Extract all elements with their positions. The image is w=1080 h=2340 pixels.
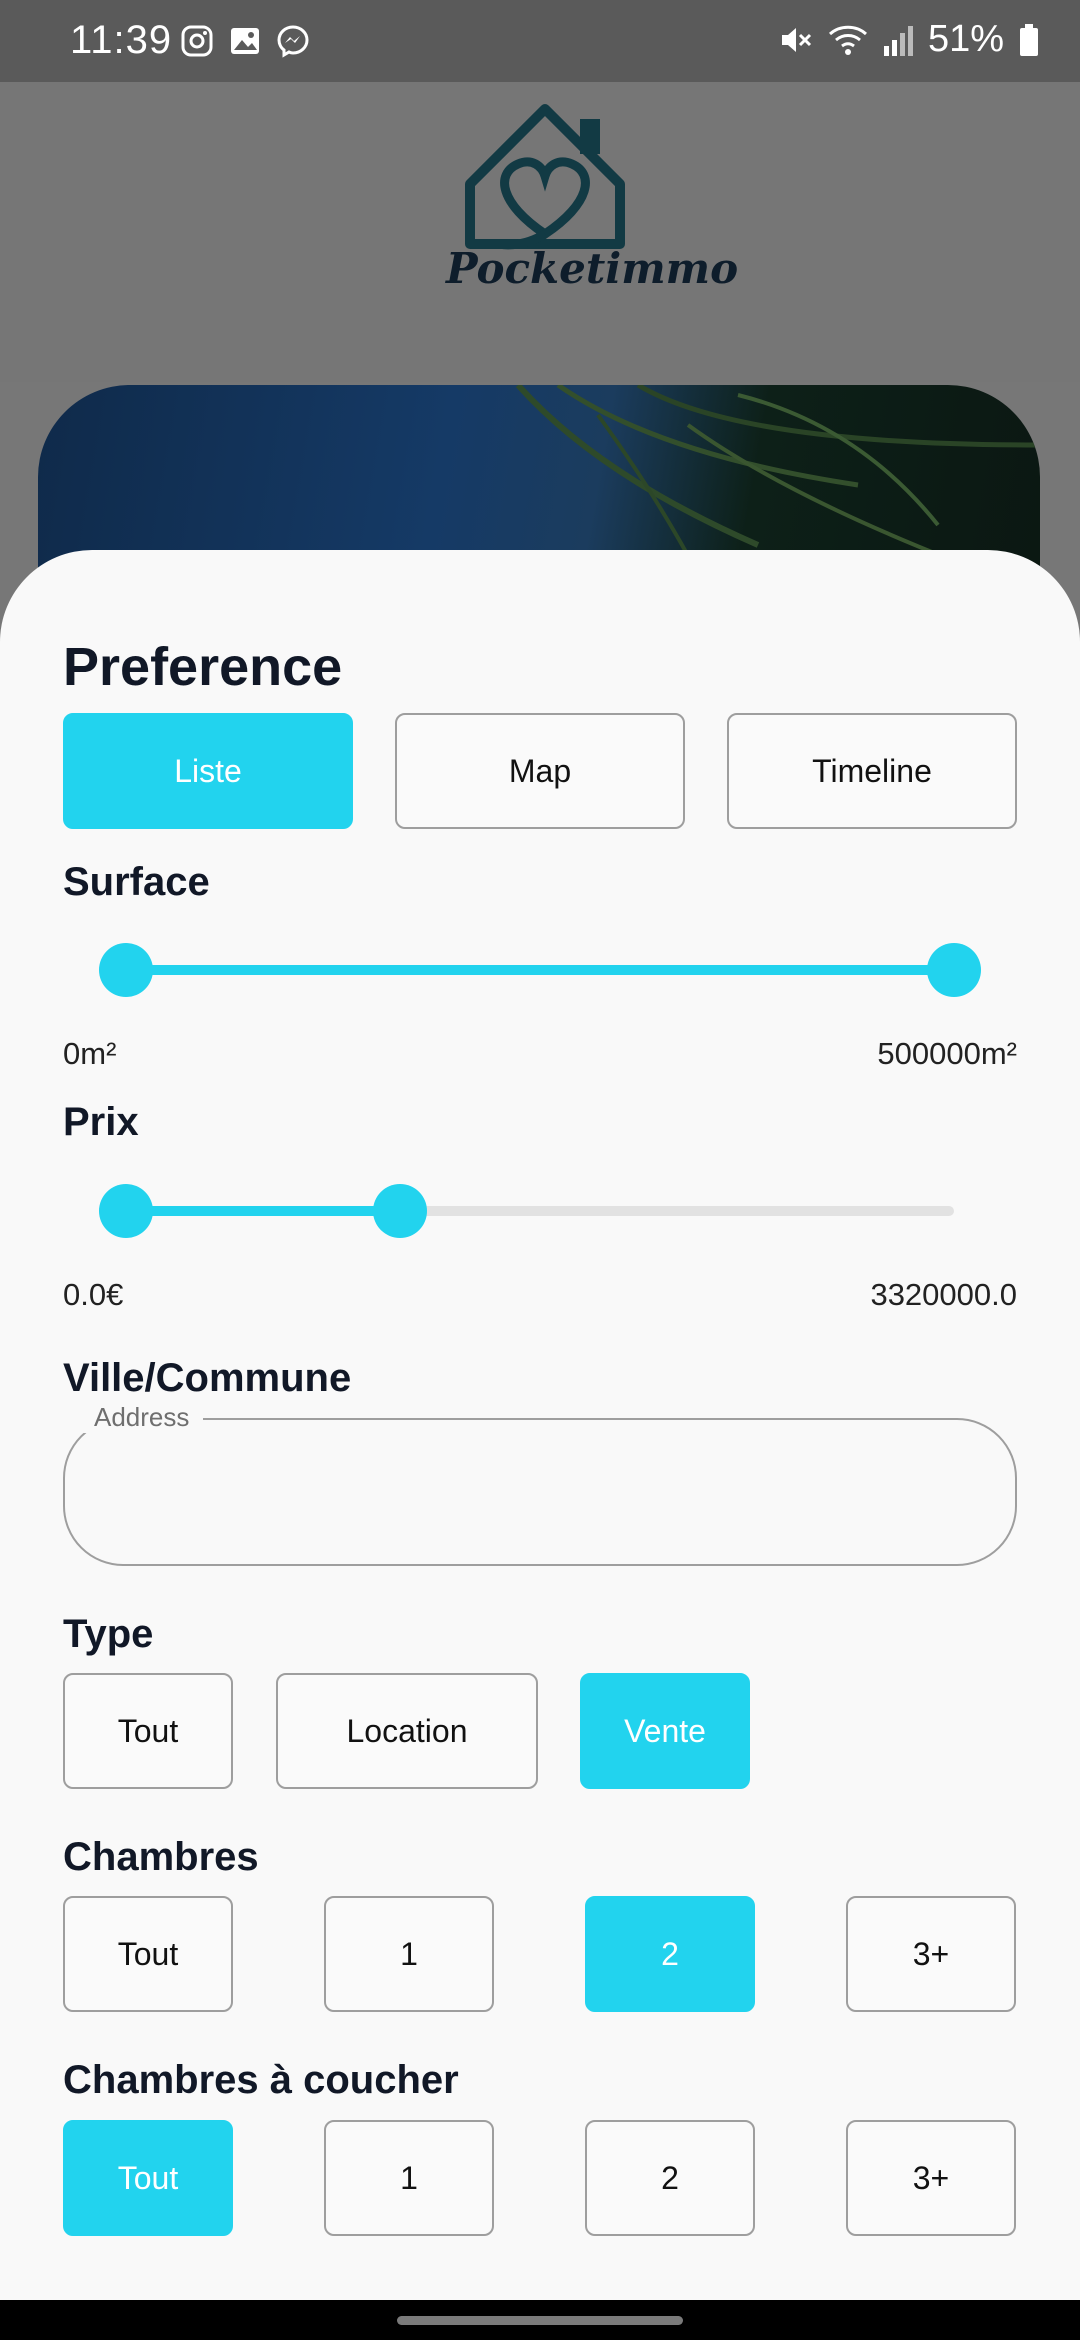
view-map-button[interactable]: Map bbox=[395, 713, 685, 829]
home-handle[interactable] bbox=[397, 2316, 683, 2325]
brand-name: Pocketimmo bbox=[446, 244, 739, 293]
prix-min-thumb[interactable] bbox=[99, 1184, 153, 1238]
signal-icon bbox=[882, 22, 914, 58]
chambres-coucher-heading: Chambres à coucher bbox=[63, 2058, 459, 2102]
gallery-icon bbox=[228, 24, 262, 58]
ville-heading: Ville/Commune bbox=[63, 1356, 352, 1400]
surface-max-label: 500000m² bbox=[877, 1036, 1017, 1071]
type-heading: Type bbox=[63, 1612, 154, 1656]
chambres-2-button[interactable]: 2 bbox=[585, 1896, 755, 2012]
wifi-icon bbox=[828, 22, 868, 58]
coucher-3plus-button[interactable]: 3+ bbox=[846, 2120, 1016, 2236]
mute-icon bbox=[778, 22, 814, 58]
surface-min-label: 0m² bbox=[63, 1036, 117, 1071]
battery-percent: 51% bbox=[927, 18, 1004, 60]
surface-min-thumb[interactable] bbox=[99, 943, 153, 997]
coucher-1-button[interactable]: 1 bbox=[324, 2120, 494, 2236]
address-label: Address bbox=[80, 1402, 204, 1433]
chambres-3plus-button[interactable]: 3+ bbox=[846, 1896, 1016, 2012]
preference-sheet: Preference Liste Map Timeline Surface 0m… bbox=[0, 550, 1080, 2300]
prix-max-label: 3320000.0 bbox=[870, 1277, 1017, 1312]
surface-max-thumb[interactable] bbox=[927, 943, 981, 997]
navigation-bar bbox=[0, 2300, 1080, 2340]
type-tout-button[interactable]: Tout bbox=[63, 1673, 233, 1789]
status-bar: 11:39 51% bbox=[0, 0, 1080, 82]
surface-heading: Surface bbox=[63, 860, 210, 904]
surface-slider-fill bbox=[126, 965, 954, 975]
type-vente-button[interactable]: Vente bbox=[580, 1673, 750, 1789]
chambres-tout-button[interactable]: Tout bbox=[63, 1896, 233, 2012]
coucher-tout-button[interactable]: Tout bbox=[63, 2120, 233, 2236]
page-title: Preference bbox=[63, 637, 343, 697]
coucher-2-button[interactable]: 2 bbox=[585, 2120, 755, 2236]
view-liste-button[interactable]: Liste bbox=[63, 713, 353, 829]
view-timeline-button[interactable]: Timeline bbox=[727, 713, 1017, 829]
chambres-heading: Chambres bbox=[63, 1835, 259, 1879]
prix-max-thumb[interactable] bbox=[373, 1184, 427, 1238]
instagram-icon bbox=[180, 24, 214, 58]
prix-min-label: 0.0€ bbox=[63, 1277, 124, 1312]
status-time: 11:39 bbox=[70, 18, 173, 62]
address-input[interactable] bbox=[100, 1455, 984, 1527]
chambres-1-button[interactable]: 1 bbox=[324, 1896, 494, 2012]
type-location-button[interactable]: Location bbox=[276, 1673, 538, 1789]
messenger-icon bbox=[276, 24, 310, 58]
battery-icon bbox=[1018, 22, 1040, 58]
prix-heading: Prix bbox=[63, 1100, 139, 1144]
prix-slider-fill bbox=[126, 1206, 400, 1216]
